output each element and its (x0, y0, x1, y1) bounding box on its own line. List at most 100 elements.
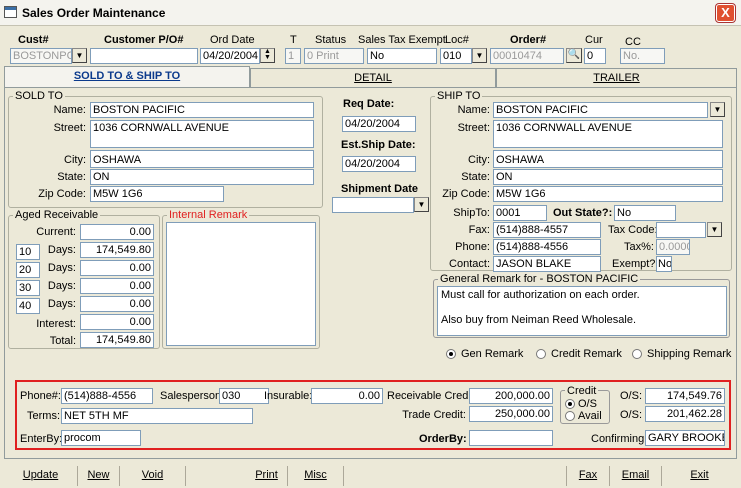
gen-remark-radio[interactable] (446, 349, 456, 359)
shipment-date-field[interactable] (332, 197, 414, 213)
tax-code-dropdown-icon[interactable]: ▼ (707, 222, 722, 237)
total-field[interactable]: 174,549.80 (80, 332, 154, 348)
title-bar: Sales Order Maintenance X (0, 0, 741, 26)
sold-zip-label: Zip Code: (38, 188, 86, 200)
orderby-label: OrderBy: (419, 433, 467, 445)
gen-remark-label: Gen Remark (461, 348, 524, 360)
sold-state-field[interactable]: ON (90, 169, 314, 185)
terms-field[interactable]: NET 5TH MF (61, 408, 253, 424)
enterby-field[interactable]: procom (61, 430, 141, 446)
current-field[interactable]: 0.00 (80, 224, 154, 240)
void-button[interactable]: Void (120, 466, 186, 486)
exempt-field[interactable]: No (656, 256, 672, 272)
t-label: T (290, 34, 297, 46)
credit-remark-radio[interactable] (536, 349, 546, 359)
misc-button-label: Misc (304, 469, 327, 481)
t-field[interactable]: 1 (285, 48, 301, 64)
req-date-field[interactable]: 04/20/2004 (342, 116, 416, 132)
salesperson-field[interactable]: 030 (219, 388, 269, 404)
contact-field[interactable]: JASON BLAKE (493, 256, 601, 272)
internal-remark-textarea[interactable] (166, 222, 316, 346)
insurable-label: Insurable: (264, 390, 313, 402)
days-20-field[interactable]: 20 (16, 262, 40, 278)
email-button[interactable]: Email (610, 466, 662, 486)
tax-code-field[interactable] (656, 222, 706, 238)
sold-city-field[interactable]: OSHAWA (90, 150, 314, 168)
status-field[interactable]: 0 Print (304, 48, 364, 64)
days-40-amount[interactable]: 0.00 (80, 296, 154, 312)
cust-field[interactable]: BOSTONPC (10, 48, 72, 64)
cur-field[interactable]: 0 (584, 48, 606, 64)
orderby-field[interactable] (469, 430, 553, 446)
terms-label: Terms: (27, 410, 60, 422)
days-30-amount[interactable]: 0.00 (80, 278, 154, 294)
days-40-field[interactable]: 40 (16, 298, 40, 314)
days-30-field[interactable]: 30 (16, 280, 40, 296)
ship-zip-field[interactable]: M5W 1G6 (493, 186, 723, 202)
shipment-date-label: Shipment Date (341, 183, 419, 195)
ord-date-field[interactable]: 04/20/2004 (200, 48, 260, 64)
date-spinner-icon[interactable]: ▲ ▼ (260, 48, 275, 63)
po-label: Customer P/O# (104, 34, 184, 46)
cc-field[interactable]: No. (620, 48, 665, 64)
ship-state-field[interactable]: ON (493, 169, 723, 185)
sold-to-group-label: SOLD TO (13, 90, 65, 102)
trade-credit-field[interactable]: 250,000.00 (469, 406, 553, 422)
loc-dropdown-icon[interactable]: ▼ (472, 48, 487, 63)
aged-receivable-label: Aged Receivable (13, 209, 101, 221)
os1-field[interactable]: 174,549.76 (645, 388, 725, 404)
days-20-amount[interactable]: 0.00 (80, 260, 154, 276)
order-field[interactable]: 00010474 (490, 48, 564, 64)
general-remark-textarea[interactable]: Must call for authorization on each orde… (437, 286, 727, 336)
shipment-date-dropdown-icon[interactable]: ▼ (414, 197, 429, 212)
days-10-field[interactable]: 10 (16, 244, 40, 260)
days-10-amount[interactable]: 174,549.80 (80, 242, 154, 258)
tax-pct-field[interactable]: 0.0000 (656, 239, 690, 255)
phone-label: Phone: (455, 241, 490, 253)
ship-name-field[interactable]: BOSTON PACIFIC (493, 102, 708, 118)
ship-street-field[interactable]: 1036 CORNWALL AVENUE (493, 120, 723, 148)
sold-city-label: City: (64, 154, 86, 166)
confirming-field[interactable]: GARY BROOKE (645, 430, 725, 446)
ship-city-field[interactable]: OSHAWA (493, 150, 723, 168)
sold-name-field[interactable]: BOSTON PACIFIC (90, 102, 314, 118)
exempt-label: Exempt?: (612, 258, 659, 270)
os-radio[interactable] (565, 399, 575, 409)
close-button[interactable]: X (716, 4, 735, 22)
tab-trailer[interactable]: TRAILER (496, 68, 737, 88)
ship-name-dropdown-icon[interactable]: ▼ (710, 102, 725, 117)
loc-field[interactable]: 010 (440, 48, 472, 64)
sold-street-field[interactable]: 1036 CORNWALL AVENUE (90, 120, 314, 148)
est-ship-field[interactable]: 04/20/2004 (342, 156, 416, 172)
tab-detail[interactable]: DETAIL (250, 68, 496, 88)
receivable-credit-field[interactable]: 200,000.00 (469, 388, 553, 404)
misc-button[interactable]: Misc (288, 466, 344, 486)
days-label: Days: (47, 244, 76, 256)
fax-button[interactable]: Fax (566, 466, 610, 486)
tab-sold-ship[interactable]: SOLD TO & SHIP TO (4, 66, 250, 88)
out-state-field[interactable]: No (614, 205, 676, 221)
binoculars-icon[interactable]: 🔍 (566, 48, 582, 63)
tab-sold-ship-label: SOLD TO & SHIP TO (73, 70, 181, 82)
bottom-phone-field[interactable]: (514)888-4556 (61, 388, 153, 404)
phone-field[interactable]: (514)888-4556 (493, 239, 601, 255)
new-button[interactable]: New (78, 466, 120, 486)
avail-radio[interactable] (565, 411, 575, 421)
po-field[interactable] (90, 48, 198, 64)
ship-street-label: Street: (457, 122, 490, 134)
new-button-label: New (87, 469, 110, 481)
fax-button-label: Fax (578, 469, 598, 481)
shipto-field[interactable]: 0001 (493, 205, 547, 221)
interest-field[interactable]: 0.00 (80, 314, 154, 330)
sold-zip-field[interactable]: M5W 1G6 (90, 186, 224, 202)
update-button[interactable]: Update (4, 466, 78, 486)
sold-name-label: Name: (53, 104, 86, 116)
fax-field[interactable]: (514)888-4557 (493, 222, 601, 238)
exit-button[interactable]: Exit (662, 466, 737, 486)
insurable-field[interactable]: 0.00 (311, 388, 383, 404)
os2-field[interactable]: 201,462.28 (645, 406, 725, 422)
tax-exempt-field[interactable]: No (367, 48, 437, 64)
shipping-remark-radio[interactable] (632, 349, 642, 359)
print-button[interactable]: Print (246, 466, 288, 486)
cust-dropdown-icon[interactable]: ▼ (72, 48, 87, 63)
